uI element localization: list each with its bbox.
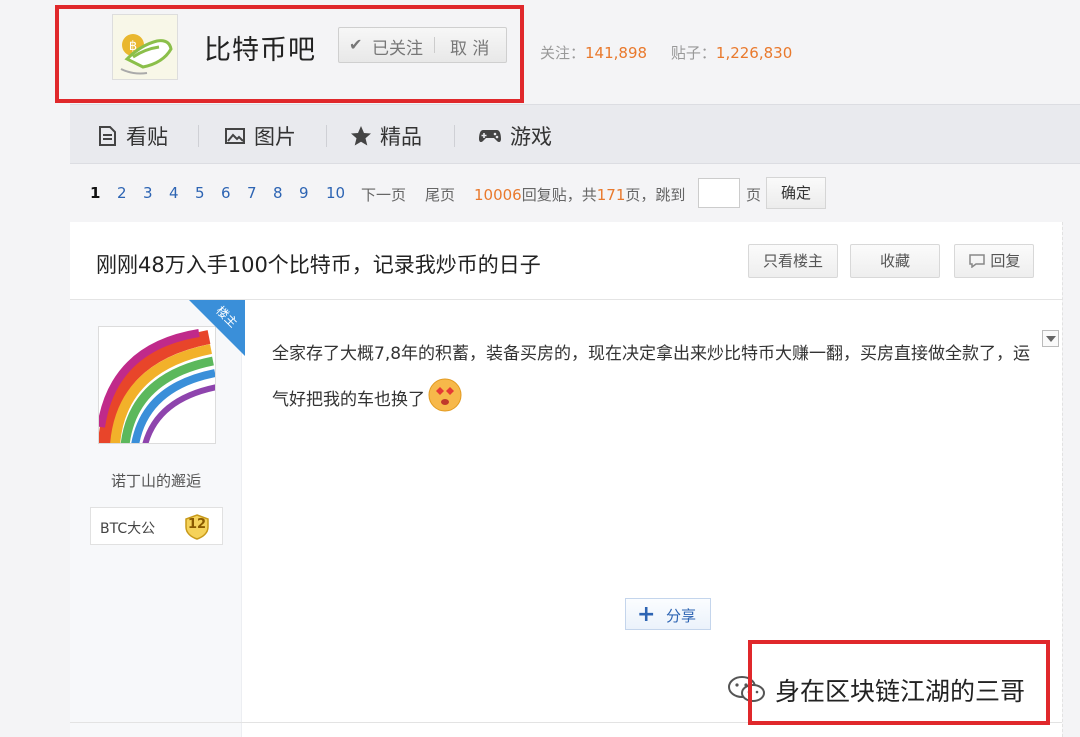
star-icon [351,126,371,146]
badge-level: 12 [187,517,207,532]
page-link[interactable]: 8 [273,184,283,202]
page-unit-label: 页 [746,186,762,204]
page-link[interactable]: 5 [195,184,205,202]
nav-item-images[interactable]: 图片 [224,121,296,151]
nav-label: 图片 [254,125,296,149]
forum-nav: 看贴 图片 精品 游戏 [70,104,1080,164]
page-root: ฿ 比特币吧 ✔ 已关注 取 消 关注：141,898 贴子：1,226,830… [0,0,1080,737]
page-jump-confirm-button[interactable]: 确定 [766,177,826,209]
page-link[interactable]: 4 [169,184,179,202]
followers-count: 141,898 [585,44,648,62]
nav-label: 精品 [380,125,422,149]
page-link[interactable]: 9 [299,184,309,202]
nav-item-games[interactable]: 游戏 [478,121,552,151]
pagination: 1 2 3 4 5 6 7 8 9 10 下一页 尾页 10006回复贴，共17… [70,164,1080,222]
kiss-emoji-icon [428,378,462,412]
comment-icon [968,254,985,269]
next-page-link[interactable]: 下一页 [361,184,406,205]
member-badge[interactable]: BTC大公 12 [90,507,223,545]
page-link[interactable]: 7 [247,184,257,202]
plus-icon: + [637,602,656,627]
post-text: 全家存了大概7,8年的积蓄，装备买房的，现在决定拿出来炒比特币大赚一翻，买房直接… [272,344,1031,410]
badge-name: BTC大公 [100,521,156,537]
posts-count: 1,226,830 [715,44,793,62]
nav-divider [198,125,199,147]
jump-label: 页，跳到 [625,186,686,204]
reply-label: 回复贴，共 [521,186,597,204]
followers-label: 关注： [540,44,586,62]
share-label: 分享 [666,607,697,625]
post-content: 全家存了大概7,8年的积蓄，装备买房的，现在决定拿出来炒比特币大赚一翻，买房直接… [272,331,1032,423]
share-button[interactable]: + 分享 [625,598,711,630]
nav-label: 看贴 [126,125,168,149]
page-current: 1 [90,184,101,202]
author-sidebar: 诺丁山的邂逅 BTC大公 12 [70,300,242,737]
page-link[interactable]: 6 [221,184,231,202]
page-link[interactable]: 2 [117,184,127,202]
nav-label: 游戏 [510,125,552,149]
gamepad-icon [479,130,501,143]
reply-label: 回复 [990,252,1021,270]
reply-count: 10006 [474,186,522,204]
reply-button[interactable]: 回复 [954,244,1034,278]
right-gutter [1062,222,1080,737]
thread-title: 刚刚48万入手100个比特币，记录我炒币的日子 [96,253,541,277]
reply-summary: 10006回复贴，共171页，跳到 [474,184,685,205]
level-shield-icon: 12 [183,513,211,541]
op-corner-tag: 楼主 [189,300,245,356]
nav-item-featured[interactable]: 精品 [350,121,422,151]
author-name[interactable]: 诺丁山的邂逅 [70,470,242,491]
total-pages: 171 [596,186,626,204]
image-icon [225,128,245,144]
last-page-link[interactable]: 尾页 [425,184,455,205]
highlight-box-header [55,5,524,103]
page-link[interactable]: 10 [326,184,345,202]
only-op-button[interactable]: 只看楼主 [748,244,838,278]
posts-label: 贴子： [670,44,716,62]
nav-item-threads[interactable]: 看贴 [96,121,168,151]
forum-stats: 关注：141,898 贴子：1,226,830 [540,42,792,63]
page-jump-input[interactable] [698,178,740,208]
post-options-dropdown[interactable] [1042,330,1059,347]
highlight-box-watermark [748,640,1050,725]
thread-header: 刚刚48万入手100个比特币，记录我炒币的日子 只看楼主 收藏 回复 [70,222,1062,300]
favorite-button[interactable]: 收藏 [850,244,940,278]
page-link[interactable]: 3 [143,184,153,202]
nav-divider [454,125,455,147]
nav-divider [326,125,327,147]
document-icon [99,126,116,146]
